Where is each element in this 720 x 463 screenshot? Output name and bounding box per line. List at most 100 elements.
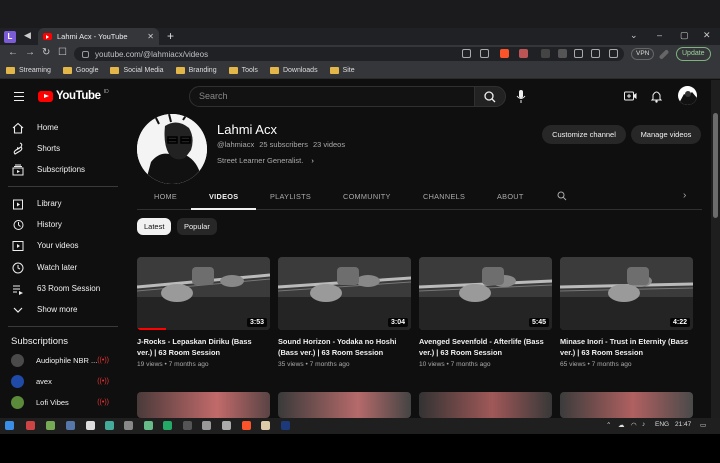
install-app-icon[interactable] [462, 49, 471, 58]
sidebar-item-library[interactable]: Library [11, 197, 61, 210]
taskbar-app-icon[interactable] [46, 421, 55, 430]
manage-videos-button[interactable]: Manage videos [631, 125, 701, 144]
sidebar-item-shorts[interactable]: Shorts [11, 142, 60, 155]
notification-center-icon[interactable]: ▭ [700, 421, 706, 429]
wallet-icon[interactable] [609, 49, 618, 58]
video-title[interactable]: Minase Inori - Trust in Eternity (Bass ve… [560, 337, 700, 358]
channel-description[interactable]: Street Learner Generalist. › [217, 156, 314, 165]
video-thumbnail-row2[interactable] [419, 392, 552, 418]
back-icon[interactable]: ← [8, 47, 18, 58]
video-title[interactable]: Sound Horizon - Yodaka no Hoshi (Bass ver… [278, 337, 418, 358]
sidebar-item-subscriptions[interactable]: Subscriptions [11, 163, 85, 176]
sidebar-item-watch-later[interactable]: Watch later [11, 261, 77, 274]
tabs-scroll-right-icon[interactable]: › [683, 190, 687, 201]
volume-icon[interactable]: ♪ [642, 421, 645, 428]
account-avatar[interactable] [678, 86, 697, 105]
bookmark-folder[interactable]: Social Media [110, 67, 164, 74]
video-title[interactable]: J-Rocks - Lepaskan Diriku (Bass ver.) | 6… [137, 337, 277, 358]
browser-tab-youtube[interactable]: Lahmi Acx - YouTube ✕ [38, 28, 159, 45]
tab-list-chevron-icon[interactable]: ⌄ [630, 30, 638, 41]
video-title[interactable]: Avenged Sevenfold - Afterlife (Bass ver.)… [419, 337, 559, 358]
search-input[interactable]: Search [189, 86, 475, 107]
subscription-item[interactable]: avex ((•)) [11, 375, 119, 388]
taskbar-app-icon[interactable] [183, 421, 192, 430]
sidebar-toggle-icon[interactable] [591, 49, 600, 58]
brave-rewards-icon[interactable] [519, 49, 528, 58]
menu-icon[interactable] [14, 92, 24, 104]
taskbar-app-icon[interactable] [261, 421, 270, 430]
tab-videos[interactable]: VIDEOS [209, 192, 238, 201]
channel-search-icon[interactable] [557, 191, 567, 203]
new-tab-icon[interactable]: + [167, 29, 174, 43]
language-indicator[interactable]: ENG [655, 421, 669, 428]
share-icon[interactable] [480, 49, 489, 58]
video-thumbnail-row2[interactable] [278, 392, 411, 418]
taskbar-app-icon[interactable] [86, 421, 95, 430]
tab-search-arrow-icon[interactable]: ◀ [24, 30, 31, 41]
channel-avatar-large[interactable] [137, 114, 207, 184]
brave-browser-icon[interactable] [242, 421, 251, 430]
create-video-icon[interactable] [624, 90, 637, 104]
tab-about[interactable]: ABOUT [497, 192, 524, 201]
video-thumbnail[interactable]: 4:22 [560, 257, 693, 330]
taskbar-app-icon[interactable] [105, 421, 114, 430]
tab-community[interactable]: COMMUNITY [343, 192, 391, 201]
vpn-button[interactable]: VPN [631, 48, 655, 60]
tab-playlists[interactable]: PLAYLISTS [270, 192, 311, 201]
scrollbar-thumb[interactable] [713, 113, 718, 218]
tab-home[interactable]: HOME [154, 192, 177, 201]
extension-icon[interactable] [541, 49, 550, 58]
search-button[interactable] [474, 86, 506, 107]
bookmark-icon[interactable]: ☐ [58, 47, 67, 58]
browser-profile-icon[interactable]: L [4, 31, 16, 43]
taskbar-app-icon[interactable] [144, 421, 153, 430]
notifications-icon[interactable] [650, 90, 663, 105]
youtube-logo[interactable]: YouTube ID [38, 89, 109, 102]
sidebar-item-home[interactable]: Home [11, 121, 58, 134]
bookmark-folder[interactable]: Tools [228, 67, 258, 74]
windows-start-icon[interactable] [5, 421, 14, 430]
media-icon[interactable] [558, 49, 567, 58]
download-icon[interactable] [574, 49, 583, 58]
sidebar-item-63-room-session[interactable]: 63 Room Session [11, 282, 100, 295]
sidebar-show-more[interactable]: Show more [11, 303, 77, 316]
video-thumbnail[interactable]: 3:53 [137, 257, 270, 330]
photoshop-icon[interactable] [281, 421, 290, 430]
taskbar-app-icon[interactable] [124, 421, 133, 430]
tab-close-icon[interactable]: ✕ [147, 32, 154, 41]
taskbar-app-icon[interactable] [202, 421, 211, 430]
bookmark-folder[interactable]: Streaming [6, 67, 51, 74]
maximize-icon[interactable]: ▢ [680, 30, 689, 41]
forward-icon[interactable]: → [25, 47, 35, 58]
mic-icon[interactable] [516, 90, 526, 105]
filter-latest-chip[interactable]: Latest [137, 218, 172, 235]
video-thumbnail-row2[interactable] [137, 392, 270, 418]
reload-icon[interactable]: ↻ [42, 47, 50, 58]
taskbar-app-icon[interactable] [163, 421, 172, 430]
bookmark-folder[interactable]: Google [62, 67, 98, 74]
minimize-icon[interactable]: – [657, 30, 662, 40]
tab-channels[interactable]: CHANNELS [423, 192, 465, 201]
wifi-icon[interactable]: ◠ [631, 421, 637, 429]
video-thumbnail-row2[interactable] [560, 392, 693, 418]
video-thumbnail[interactable]: 5:45 [419, 257, 552, 330]
video-thumbnail[interactable]: 3:04 [278, 257, 411, 330]
taskbar-app-icon[interactable] [66, 421, 75, 430]
bookmark-folder[interactable]: Site [329, 67, 355, 74]
window-close-icon[interactable]: ✕ [703, 30, 711, 41]
clock[interactable]: 21:47 [675, 421, 691, 428]
customize-channel-button[interactable]: Customize channel [542, 125, 626, 144]
taskbar-app-icon[interactable] [222, 421, 231, 430]
bookmark-folder[interactable]: Branding [175, 67, 217, 74]
cloud-icon[interactable]: ☁ [618, 421, 625, 429]
sidebar-item-your-videos[interactable]: Your videos [11, 239, 79, 252]
taskbar-app-icon[interactable] [26, 421, 35, 430]
subscription-item[interactable]: Audiophile NBR ... ((•)) [11, 354, 119, 367]
bookmark-folder[interactable]: Downloads [269, 67, 318, 74]
update-button[interactable]: Update [676, 47, 711, 61]
brave-shields-icon[interactable] [500, 49, 509, 58]
tray-expand-icon[interactable]: ⌃ [606, 421, 611, 429]
sidebar-item-history[interactable]: History [11, 218, 62, 231]
filter-popular-chip[interactable]: Popular [177, 218, 217, 235]
subscription-item[interactable]: Lofi Vibes ((•)) [11, 396, 119, 409]
